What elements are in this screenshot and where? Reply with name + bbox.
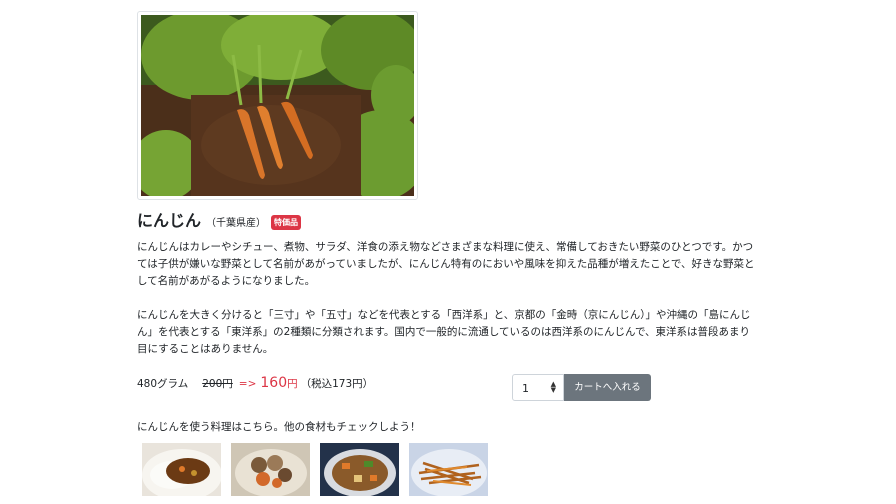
product-title: にんじん [137, 211, 202, 230]
select-caret-icon: ▲ ▼ [550, 380, 556, 394]
recipe-thumbnail-kinpira[interactable] [409, 443, 488, 496]
add-to-cart-button[interactable]: カートへ入れる [564, 374, 651, 401]
tax-included-price: （税込173円） [300, 378, 374, 390]
recipe-thumbnail-curry[interactable] [142, 443, 221, 496]
sale-price-unit: 円 [287, 378, 298, 390]
recipe-thumbnail-stewed-vegetables[interactable] [320, 443, 399, 496]
quantity-select[interactable]: 1 ▲ ▼ [512, 374, 564, 401]
sale-badge: 特価品 [271, 215, 302, 230]
recipes-heading: にんじんを使う料理はこちら。他の食材もチェックしよう！ [137, 421, 421, 433]
product-weight: 480グラム [137, 378, 189, 390]
product-description-1: にんじんはカレーやシチュー、煮物、サラダ、洋食の添え物などさまざまな料理に使え、… [137, 241, 755, 287]
product-description-2: にんじんを大きく分けると「三寸」や「五寸」などを代表とする「西洋系」と、京都の「… [137, 309, 751, 355]
price-arrow: => [238, 378, 257, 390]
original-price: 200円 [202, 378, 233, 390]
price-row: 480グラム 200円 => 160 円 （税込173円） [137, 375, 373, 391]
product-origin: （千葉県産） [206, 218, 267, 229]
quantity-value: 1 [522, 382, 529, 395]
recipe-thumbnail-nimono[interactable] [231, 443, 310, 496]
product-image [137, 11, 418, 200]
product-heading: にんじん （千葉県産） 特価品 [137, 207, 302, 231]
sale-price: 160 [260, 375, 288, 391]
